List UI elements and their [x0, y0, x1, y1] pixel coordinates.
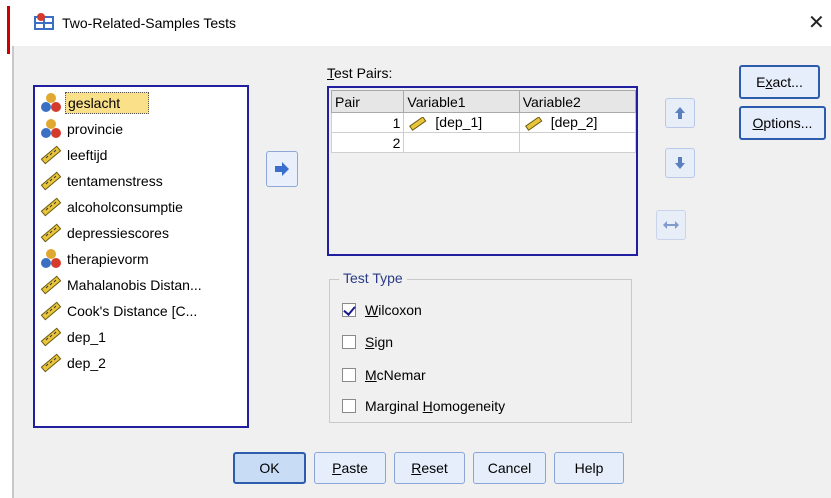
- swap-arrows-icon: [663, 221, 679, 229]
- help-button[interactable]: Help: [554, 452, 624, 484]
- pair-variable1-cell[interactable]: [403, 132, 520, 153]
- variable-item-geslacht[interactable]: geslacht: [39, 91, 150, 115]
- dialog-left-edge: [12, 46, 14, 498]
- move-up-button[interactable]: [665, 98, 695, 128]
- wilcoxon-label: Wilcoxon: [365, 302, 422, 318]
- table-header-row: Pair Variable1 Variable2: [330, 90, 637, 113]
- variable-item-alcoholconsumptie[interactable]: alcoholconsumptie: [39, 195, 185, 219]
- close-icon[interactable]: ✕: [808, 10, 825, 35]
- marginal-homogeneity-checkbox-row[interactable]: Marginal Homogeneity: [342, 396, 505, 416]
- swap-variables-button[interactable]: [656, 210, 686, 240]
- paste-button[interactable]: Paste: [314, 452, 386, 484]
- pair-variable2-cell[interactable]: [dep_2]: [518, 112, 637, 133]
- variable-label: dep_2: [67, 355, 106, 371]
- reset-button[interactable]: Reset: [394, 452, 465, 484]
- variable-label: therapievorm: [67, 251, 149, 267]
- nominal-icon: [39, 92, 65, 114]
- variable-item-tentamenstress[interactable]: tentamenstress: [39, 169, 165, 193]
- arrow-up-icon: [675, 107, 685, 119]
- pair-variable1-value: [dep_1]: [435, 114, 483, 131]
- scale-icon: [39, 170, 65, 192]
- variable-item-mahalanobis[interactable]: Mahalanobis Distan...: [39, 273, 204, 297]
- column-header-pair: Pair: [330, 90, 405, 113]
- window-edge: [7, 6, 10, 54]
- ok-button[interactable]: OK: [233, 452, 306, 484]
- marginal-homogeneity-label: Marginal Homogeneity: [365, 398, 506, 414]
- scale-icon: [39, 222, 65, 244]
- pair-variable2-value: [dep_2]: [550, 114, 598, 131]
- variable-label: Cook's Distance [C...: [67, 303, 198, 319]
- pair-number: 1: [330, 112, 405, 133]
- variable-label: depressiescores: [67, 225, 169, 241]
- options-button[interactable]: Options...: [739, 106, 826, 140]
- variable-item-dep-1[interactable]: dep_1: [39, 325, 108, 349]
- variable-label: tentamenstress: [67, 173, 163, 189]
- scale-icon: [409, 115, 427, 131]
- cancel-button[interactable]: Cancel: [473, 452, 546, 484]
- pair-variable1-cell[interactable]: [dep_1]: [403, 112, 520, 133]
- move-to-pairs-button[interactable]: [266, 151, 298, 187]
- variable-item-therapievorm[interactable]: therapievorm: [39, 247, 151, 271]
- variable-label: geslacht: [65, 92, 150, 114]
- marginal-homogeneity-checkbox[interactable]: [342, 399, 356, 413]
- wilcoxon-checkbox[interactable]: [342, 303, 356, 317]
- test-pairs-label: Test Pairs:: [327, 65, 393, 81]
- table-row[interactable]: 1 [dep_1] [dep_2]: [330, 112, 637, 133]
- variable-label: dep_1: [67, 329, 106, 345]
- column-header-variable1: Variable1: [403, 90, 520, 113]
- variable-item-depressiescores[interactable]: depressiescores: [39, 221, 171, 245]
- mcnemar-checkbox-row[interactable]: McNemar: [342, 365, 426, 385]
- scale-icon: [524, 115, 543, 131]
- variable-label: alcoholconsumptie: [67, 199, 183, 215]
- mcnemar-checkbox[interactable]: [342, 368, 356, 382]
- sign-label: Sign: [365, 334, 394, 350]
- app-icon: [34, 13, 54, 30]
- variable-item-cooks-distance[interactable]: Cook's Distance [C...: [39, 299, 199, 323]
- variable-list[interactable]: geslacht provincie leeftijd tentamenstre…: [33, 85, 249, 428]
- pair-variable2-cell[interactable]: [518, 132, 637, 153]
- arrow-right-icon: [275, 162, 289, 176]
- test-pairs-grid[interactable]: Pair Variable1 Variable2 1 [dep_1] [dep_…: [327, 86, 638, 256]
- wilcoxon-checkbox-row[interactable]: Wilcoxon: [342, 300, 422, 320]
- sign-checkbox[interactable]: [342, 335, 356, 349]
- mcnemar-label: McNemar: [365, 367, 426, 383]
- table-row[interactable]: 2: [330, 132, 637, 153]
- move-down-button[interactable]: [665, 148, 695, 178]
- pair-number: 2: [330, 132, 405, 153]
- scale-icon: [39, 326, 65, 348]
- window-title: Two-Related-Samples Tests: [62, 15, 237, 31]
- scale-icon: [39, 300, 65, 322]
- nominal-icon: [39, 248, 65, 270]
- variable-label: Mahalanobis Distan...: [67, 277, 202, 293]
- column-header-variable2: Variable2: [518, 90, 637, 113]
- variable-item-dep-2[interactable]: dep_2: [39, 351, 108, 375]
- nominal-icon: [39, 118, 65, 140]
- variable-item-provincie[interactable]: provincie: [39, 117, 125, 141]
- exact-button[interactable]: Ex act...: [739, 65, 820, 99]
- title-bar: Two-Related-Samples Tests ✕: [0, 0, 831, 54]
- scale-icon: [39, 352, 65, 374]
- variable-label: provincie: [67, 121, 124, 137]
- variable-item-leeftijd[interactable]: leeftijd: [39, 143, 109, 167]
- scale-icon: [39, 274, 65, 296]
- variable-label: leeftijd: [67, 147, 108, 163]
- arrow-down-icon: [675, 157, 685, 169]
- scale-icon: [39, 196, 65, 218]
- sign-checkbox-row[interactable]: Sign: [342, 332, 393, 352]
- scale-icon: [39, 144, 65, 166]
- test-type-legend: Test Type: [339, 270, 407, 286]
